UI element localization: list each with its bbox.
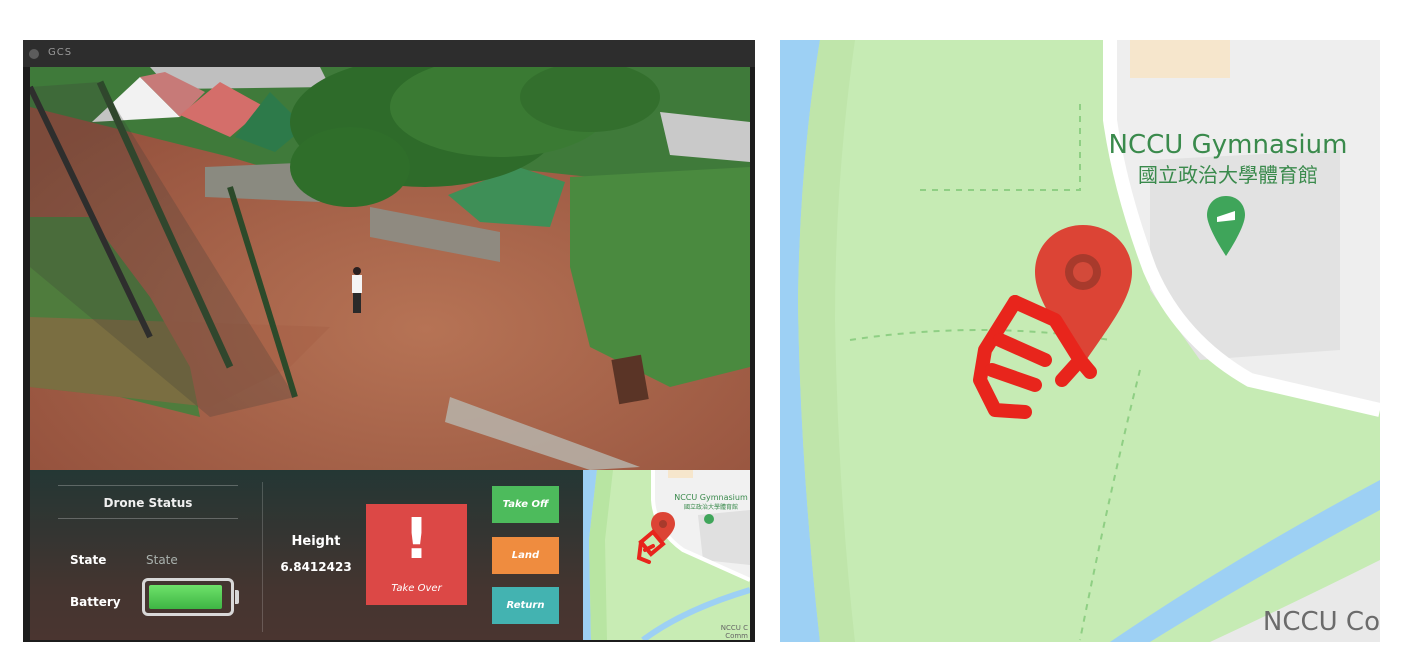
- state-value: State: [146, 553, 178, 567]
- mini-map-edge-label-2: Comm: [725, 632, 748, 640]
- mini-map-image: NCCU Gymnasium 國立政治大學體育館 NCCU C Comm: [583, 470, 750, 640]
- large-map-image: NCCU Gymnasium 國立政治大學體育館 NCCU Co: [780, 40, 1380, 642]
- mini-map[interactable]: NCCU Gymnasium 國立政治大學體育館 NCCU C Comm: [583, 470, 750, 640]
- height-value: 6.8412423: [280, 560, 352, 574]
- control-panel: Drone Status State State Battery Height …: [30, 470, 583, 640]
- status-divider-bottom: [58, 518, 238, 519]
- gcs-window: GCS Drone Status State State Battery Hei…: [23, 40, 755, 642]
- mini-map-edge-label-1: NCCU C: [721, 624, 748, 632]
- panel-divider: [262, 482, 263, 632]
- window-titlebar: GCS: [23, 40, 755, 67]
- take-over-button[interactable]: ! Take Over: [366, 504, 467, 605]
- return-button[interactable]: Return: [492, 587, 559, 624]
- mini-map-poi-name: NCCU Gymnasium: [674, 493, 748, 502]
- state-label: State: [70, 553, 107, 567]
- map-poi-name: NCCU Gymnasium: [1109, 130, 1348, 160]
- map-edge-label: NCCU Co: [1263, 607, 1380, 637]
- gym-poi-icon: [704, 514, 714, 524]
- take-off-button[interactable]: Take Off: [492, 486, 559, 523]
- battery-level-fill: [149, 585, 222, 609]
- height-label: Height: [291, 534, 341, 549]
- mini-map-poi-name-zh: 國立政治大學體育館: [684, 503, 738, 511]
- battery-indicator: [142, 578, 239, 616]
- drone-status-title: Drone Status: [103, 496, 193, 510]
- camera-feed-image: [30, 67, 750, 470]
- camera-feed: [30, 67, 750, 470]
- status-divider-top: [58, 485, 238, 486]
- land-button[interactable]: Land: [492, 537, 559, 574]
- battery-label: Battery: [70, 595, 121, 609]
- window-title: GCS: [48, 47, 73, 58]
- window-close-button[interactable]: [29, 49, 39, 59]
- map-poi-name-zh: 國立政治大學體育館: [1138, 163, 1318, 187]
- exclamation-icon: !: [403, 507, 430, 572]
- take-over-label: Take Over: [391, 583, 442, 594]
- large-map[interactable]: NCCU Gymnasium 國立政治大學體育館 NCCU Co: [780, 40, 1380, 642]
